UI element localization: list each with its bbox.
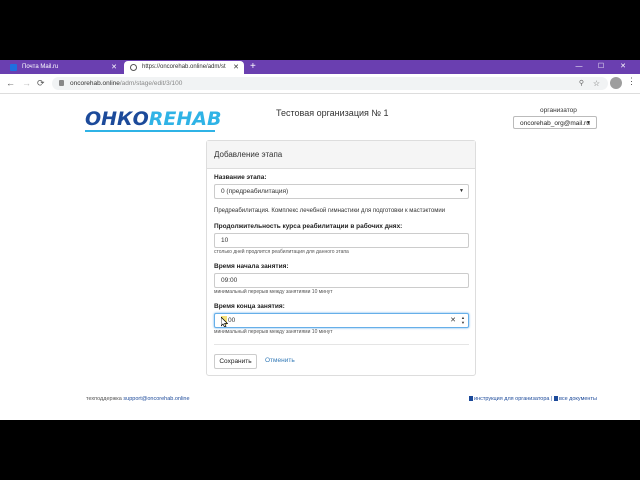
browser-toolbar: ← → ⟳ oncorehab.online/adm/stage/edit/3/…	[0, 74, 640, 94]
caret-down-icon: ▼	[459, 188, 464, 194]
duration-input[interactable]: 10	[214, 233, 469, 248]
logo-underline	[85, 130, 215, 132]
documents-link[interactable]: все документы	[559, 396, 597, 402]
end-time-value: 00	[228, 317, 236, 324]
start-time-label: Время начала занятия:	[214, 263, 289, 270]
globe-favicon-icon	[130, 64, 137, 71]
tab-oncorehab-label: https://oncorehab.online/adm/st	[142, 64, 226, 70]
spinner-icon[interactable]: ▲ ▼	[461, 315, 465, 325]
stage-name-select[interactable]: 0 (предреабилитация) ▼	[214, 184, 469, 199]
footer-links: инструкция для организатора | все докуме…	[469, 396, 597, 402]
document-icon	[469, 396, 473, 402]
tab-mail-label: Почта Mail.ru	[22, 64, 59, 70]
new-tab-button[interactable]: +	[250, 60, 256, 73]
kebab-menu-icon[interactable]: ⋮	[627, 76, 636, 87]
start-time-help: минимальный перерыв между занятиями 10 м…	[214, 289, 333, 295]
stage-name-value: 0 (предреабилитация)	[221, 188, 289, 195]
save-button[interactable]: Сохранить	[214, 354, 257, 369]
document-icon	[553, 396, 558, 402]
cancel-link[interactable]: Отменить	[265, 357, 295, 364]
form-divider	[214, 344, 469, 345]
end-time-label: Время конца занятия:	[214, 303, 285, 310]
stage-name-label: Название этапа:	[214, 174, 267, 181]
start-time-value: 09:00	[221, 277, 238, 284]
close-tab-icon[interactable]: ✕	[111, 61, 117, 74]
url-text: oncorehab.online/adm/stage/edit/3/100	[70, 80, 183, 87]
instructions-link[interactable]: инструкция для организатора	[474, 396, 549, 402]
tab-mail[interactable]: Почта Mail.ru ✕	[4, 61, 122, 74]
key-icon[interactable]: ⚲	[579, 77, 584, 90]
footer-support: техподдержка support@oncorehab.online	[86, 396, 190, 402]
panel-title: Добавление этапа	[207, 141, 475, 169]
profile-avatar[interactable]	[610, 77, 622, 89]
oncorehab-logo[interactable]: ОНКОREHAB	[85, 106, 221, 132]
organization-title: Тестовая организация № 1	[276, 108, 389, 118]
stage-description: Предреабилитация. Комплекс лечебной гимн…	[214, 208, 446, 214]
clear-icon[interactable]: ✕	[450, 314, 456, 327]
window-controls: — ☐ ✕	[568, 60, 634, 74]
address-bar[interactable]: oncorehab.online/adm/stage/edit/3/100 ⚲ …	[52, 77, 608, 90]
minimize-icon[interactable]: —	[568, 60, 590, 74]
start-time-input[interactable]: 09:00	[214, 273, 469, 288]
end-time-input[interactable]: 00 ✕ ▲ ▼	[214, 313, 469, 328]
tab-oncorehab[interactable]: https://oncorehab.online/adm/st ✕	[124, 61, 244, 74]
duration-label: Продолжительность курса реабилитации в р…	[214, 223, 403, 230]
user-menu-button[interactable]: oncorehab_org@mail.ru ▼	[513, 116, 597, 129]
tab-strip: Почта Mail.ru ✕ https://oncorehab.online…	[0, 60, 640, 74]
end-time-help: минимальный перерыв между занятиями 10 м…	[214, 329, 333, 335]
caret-down-icon: ▼	[586, 120, 591, 126]
maximize-icon[interactable]: ☐	[590, 60, 612, 74]
user-email: oncorehab_org@mail.ru	[520, 120, 590, 127]
reload-icon[interactable]: ⟳	[37, 77, 45, 89]
mail-favicon-icon	[10, 64, 17, 71]
star-icon[interactable]: ☆	[593, 77, 600, 90]
close-window-icon[interactable]: ✕	[612, 60, 634, 74]
browser-window: Почта Mail.ru ✕ https://oncorehab.online…	[0, 60, 640, 420]
support-email-link[interactable]: support@oncorehab.online	[123, 396, 189, 402]
lock-icon	[59, 80, 64, 86]
mouse-cursor-icon	[221, 317, 228, 327]
close-tab-icon[interactable]: ✕	[233, 61, 239, 74]
footer-separator: |	[550, 396, 553, 402]
back-arrow-icon[interactable]: ←	[6, 77, 15, 89]
duration-help: столько дней продлится реабилитация для …	[214, 249, 349, 255]
forward-arrow-icon[interactable]: →	[22, 77, 31, 89]
add-stage-panel: Добавление этапа Название этапа: 0 (пред…	[206, 140, 476, 376]
duration-value: 10	[221, 237, 229, 244]
role-label: организатор	[540, 107, 577, 114]
